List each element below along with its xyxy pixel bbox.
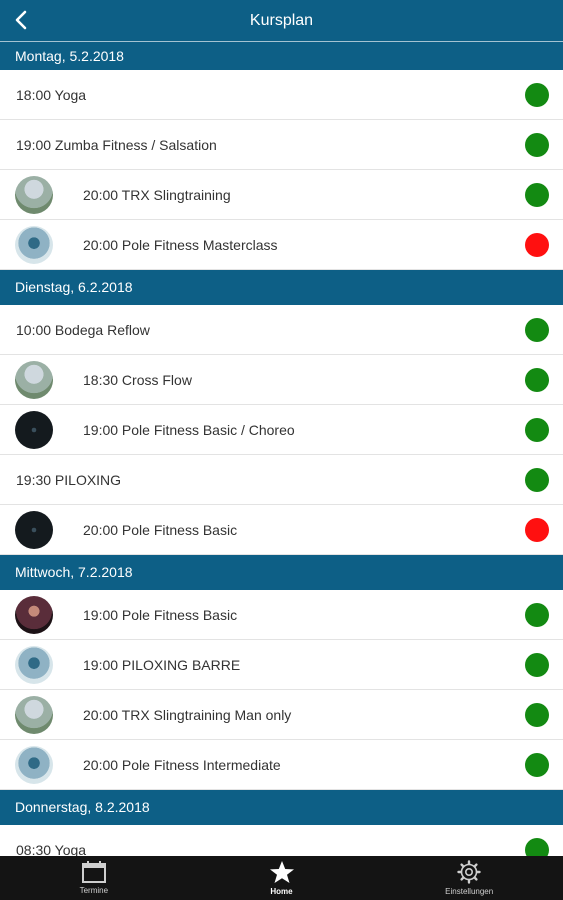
status-open-indicator — [525, 133, 549, 157]
course-label: 19:00 PILOXING BARRE — [83, 657, 241, 673]
app-bar: Kursplan — [0, 0, 563, 42]
tab-einstellungen[interactable]: Einstellungen — [375, 856, 563, 900]
bottom-tab-bar: Termine Home Einstellungen — [0, 856, 563, 900]
course-label: 19:00 Pole Fitness Basic — [83, 607, 238, 623]
course-row[interactable]: 10:00 Bodega Reflow — [0, 305, 563, 355]
status-open-indicator — [525, 703, 549, 727]
day-header: Donnerstag, 8.2.2018 — [0, 790, 563, 825]
course-label: 20:00 Pole Fitness Basic — [83, 522, 238, 538]
status-open-indicator — [525, 653, 549, 677]
trainer-avatar — [15, 511, 53, 549]
tab-label: Termine — [79, 886, 109, 895]
course-row[interactable]: 19:00 Pole Fitness Basic — [0, 590, 563, 640]
course-list[interactable]: Montag, 5.2.2018 18:00 Yoga 19:00 Zumba Fi… — [0, 42, 563, 856]
day-header: Montag, 5.2.2018 — [0, 42, 563, 70]
trainer-avatar — [15, 596, 53, 634]
course-label: 18:30 Cross Flow — [83, 372, 192, 388]
status-open-indicator — [525, 183, 549, 207]
course-row[interactable]: 18:30 Cross Flow — [0, 355, 563, 405]
course-row[interactable]: 20:00 TRX Slingtraining Man only — [0, 690, 563, 740]
course-label: 19:00 Zumba Fitness / Salsation — [16, 137, 217, 153]
course-label: 10:00 Bodega Reflow — [16, 322, 150, 338]
course-row[interactable]: 20:00 TRX Slingtraining — [0, 170, 563, 220]
course-row[interactable]: 08:30 Yoga — [0, 825, 563, 856]
status-full-indicator — [525, 233, 549, 257]
course-label: 20:00 TRX Slingtraining Man only — [83, 707, 292, 723]
star-icon — [269, 861, 294, 883]
course-label: 19:30 PILOXING — [16, 472, 122, 488]
tab-home[interactable]: Home — [188, 856, 376, 900]
trainer-avatar — [15, 361, 53, 399]
course-label: 19:00 Pole Fitness Basic / Choreo — [83, 422, 295, 438]
course-row[interactable]: 20:00 Pole Fitness Masterclass — [0, 220, 563, 270]
tab-label: Einstellungen — [445, 887, 494, 896]
course-label: 20:00 Pole Fitness Intermediate — [83, 757, 281, 773]
course-row[interactable]: 18:00 Yoga — [0, 70, 563, 120]
course-label: 20:00 TRX Slingtraining — [83, 187, 231, 203]
day-header: Dienstag, 6.2.2018 — [0, 270, 563, 305]
status-open-indicator — [525, 418, 549, 442]
status-open-indicator — [525, 368, 549, 392]
trainer-avatar — [15, 746, 53, 784]
trainer-avatar — [15, 646, 53, 684]
course-row[interactable]: 19:00 Pole Fitness Basic / Choreo — [0, 405, 563, 455]
page-title: Kursplan — [249, 12, 314, 29]
course-row[interactable]: 19:00 Zumba Fitness / Salsation — [0, 120, 563, 170]
day-header: Mittwoch, 7.2.2018 — [0, 555, 563, 590]
course-row[interactable]: 19:30 PILOXING — [0, 455, 563, 505]
trainer-avatar — [15, 696, 53, 734]
course-label: 20:00 Pole Fitness Masterclass — [83, 237, 278, 253]
tab-label: Home — [270, 887, 293, 896]
back-button[interactable] — [4, 3, 38, 37]
trainer-avatar — [15, 411, 53, 449]
status-open-indicator — [525, 83, 549, 107]
course-row[interactable]: 19:00 PILOXING BARRE — [0, 640, 563, 690]
course-row[interactable]: 20:00 Pole Fitness Intermediate — [0, 740, 563, 790]
status-open-indicator — [525, 318, 549, 342]
status-open-indicator — [525, 468, 549, 492]
course-label: 08:30 Yoga — [16, 842, 87, 856]
gear-icon — [457, 860, 481, 884]
status-open-indicator — [525, 753, 549, 777]
trainer-avatar — [15, 226, 53, 264]
status-full-indicator — [525, 518, 549, 542]
tab-termine[interactable]: Termine — [0, 856, 188, 900]
status-open-indicator — [525, 838, 549, 856]
chevron-left-icon — [15, 10, 27, 30]
course-label: 18:00 Yoga — [16, 87, 87, 103]
status-open-indicator — [525, 603, 549, 627]
course-row[interactable]: 20:00 Pole Fitness Basic — [0, 505, 563, 555]
calendar-icon — [81, 861, 106, 883]
trainer-avatar — [15, 176, 53, 214]
